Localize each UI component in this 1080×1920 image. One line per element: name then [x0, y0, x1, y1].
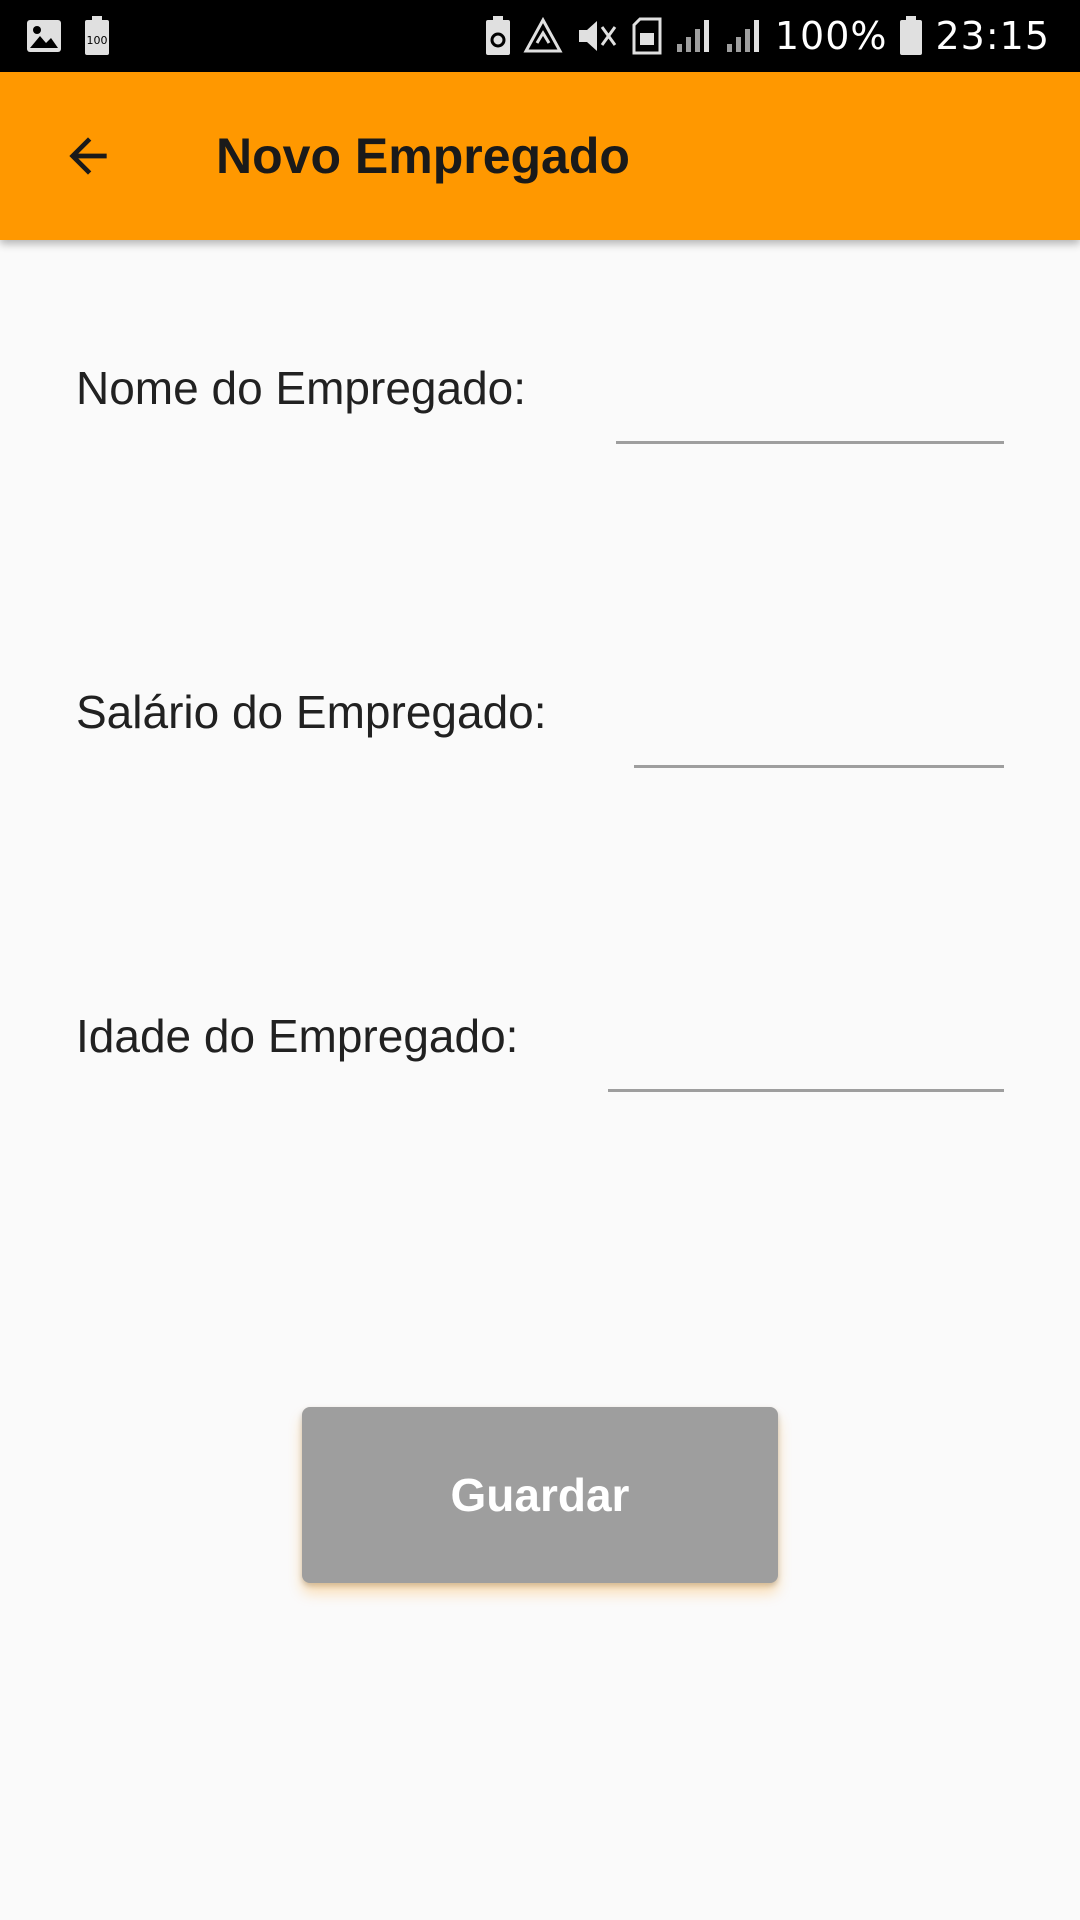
signal-icon: [676, 20, 709, 52]
name-input[interactable]: [616, 360, 1004, 444]
battery-icon: [900, 16, 923, 55]
battery-saver-icon: [485, 16, 510, 55]
back-button[interactable]: [44, 112, 132, 200]
salary-input[interactable]: [634, 684, 1004, 768]
status-bar-left: 100: [26, 16, 110, 56]
signal-icon: [726, 20, 759, 52]
app-bar: Novo Empregado: [0, 72, 1080, 240]
page-title: Novo Empregado: [216, 128, 630, 184]
age-label: Idade do Empregado:: [76, 1010, 519, 1062]
battery-100-icon: 100: [85, 16, 109, 55]
svg-text:100: 100: [87, 34, 108, 47]
status-bar: 100 100% 23:15: [0, 0, 1080, 72]
salary-label: Salário do Empregado:: [76, 686, 547, 738]
clock: 23:15: [935, 14, 1050, 58]
save-button[interactable]: Guardar: [302, 1407, 778, 1583]
screen: 100 100% 23:15 Novo Empregado Nome do Em…: [0, 0, 1080, 1920]
recycle-icon: [523, 17, 563, 53]
form-row-name: Nome do Empregado:: [0, 340, 1080, 480]
form-row-salary: Salário do Empregado:: [0, 664, 1080, 804]
sim-card-icon: [632, 17, 662, 55]
battery-percent: 100%: [774, 14, 888, 58]
status-bar-right: 100% 23:15: [485, 12, 1050, 60]
arrow-left-icon: [69, 137, 107, 175]
form-row-age: Idade do Empregado:: [0, 988, 1080, 1128]
vibrate-mute-icon: [578, 21, 617, 51]
age-input[interactable]: [608, 1008, 1004, 1092]
name-label: Nome do Empregado:: [76, 362, 527, 414]
image-icon: [27, 20, 61, 52]
